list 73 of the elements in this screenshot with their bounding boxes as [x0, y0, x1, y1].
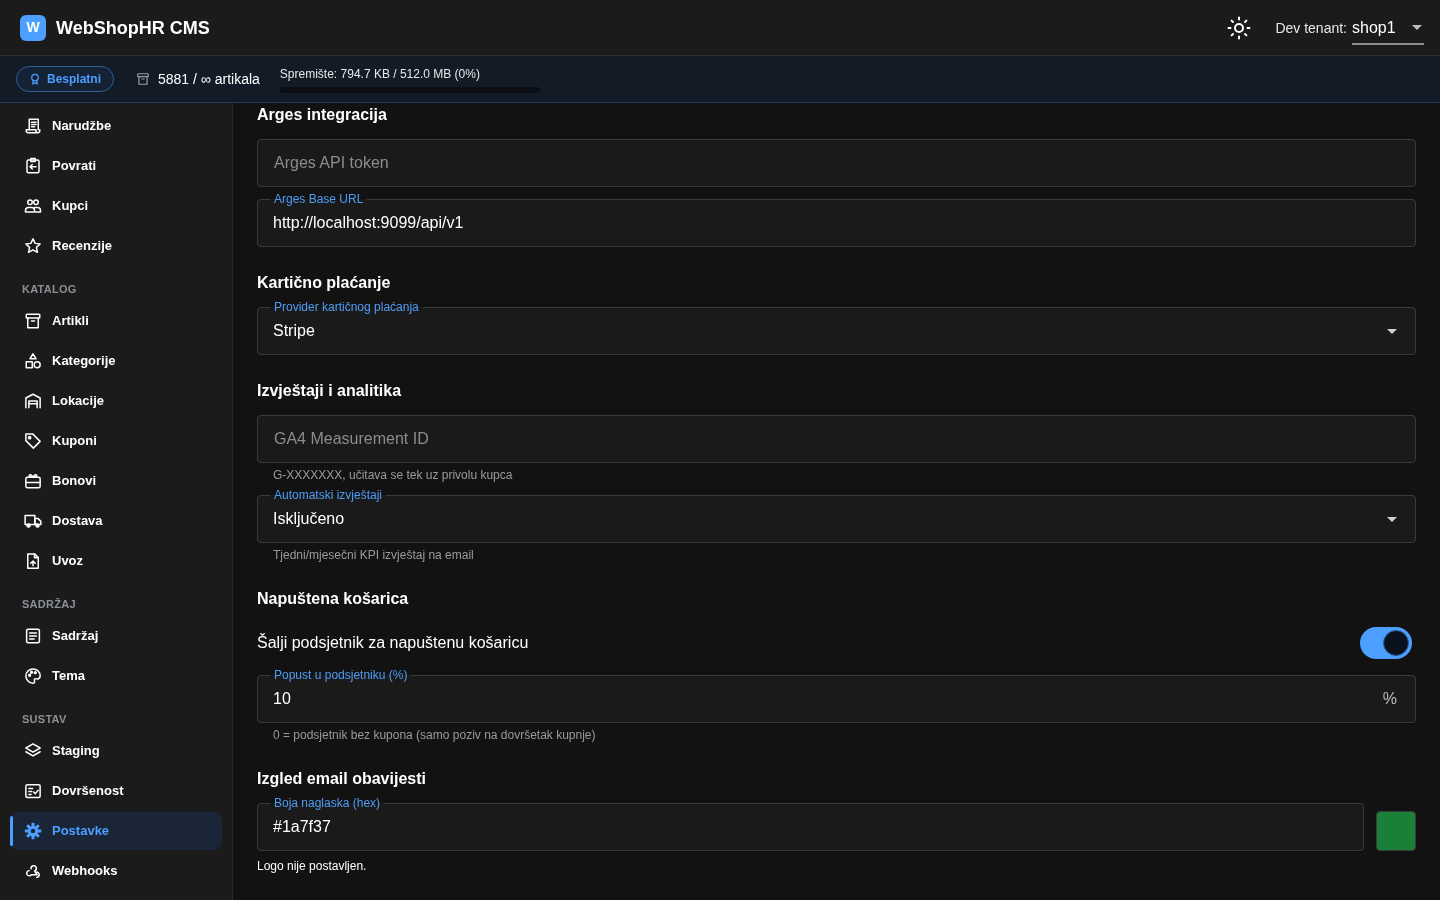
shapes-icon — [24, 352, 42, 370]
gift-card-icon — [24, 472, 42, 490]
tenant-select[interactable]: shop1 — [1352, 15, 1424, 45]
sidebar-item[interactable]: Uvoz — [10, 542, 222, 580]
field-label: Popust u podsjetniku (%) — [273, 667, 409, 683]
caret-icon — [1412, 25, 1422, 30]
archive-box-icon — [136, 72, 150, 86]
people-icon — [24, 197, 42, 215]
helper-text: Tjedni/mjesečni KPI izvještaj na email — [273, 547, 475, 563]
helper-text: G-XXXXXXX, učitava se tek uz privolu kupca — [273, 467, 514, 483]
text-field[interactable]: GA4 Measurement ID — [257, 415, 1416, 463]
sidebar-item[interactable]: Staging — [10, 732, 222, 770]
app-logo: W — [20, 14, 46, 41]
section-heading: Napuštena košarica — [257, 589, 410, 609]
section-heading: Izvještaji i analitika — [257, 381, 403, 401]
field-label: Provider kartičnog plaćanja — [273, 299, 420, 315]
sidebar-item[interactable]: Postavke — [10, 812, 222, 850]
field-label: Boja naglaska (hex) — [273, 795, 382, 811]
plan-name: Besplatni — [47, 71, 101, 87]
sidebar-item[interactable]: Kupci — [10, 187, 222, 225]
app-title: WebShopHR CMS — [56, 16, 210, 40]
palette-icon — [24, 667, 42, 685]
caret-icon — [1387, 516, 1397, 522]
settings-icon — [24, 822, 42, 840]
star-icon — [24, 237, 42, 255]
caret-icon — [1387, 328, 1397, 334]
helper-text: 0 = podsjetnik bez kupona (samo poziv na dovršetak kupnje) — [273, 727, 597, 743]
award-icon — [29, 73, 41, 85]
text-field[interactable]: Boja naglaska (hex) #1a7f37 — [257, 795, 1364, 851]
article-count: 5881 / ∞ artikala — [158, 70, 260, 89]
select-field[interactable]: Provider kartičnog plaćanja Stripe — [257, 299, 1416, 355]
warehouse-icon — [24, 392, 42, 410]
storage-usage: Spremište: 794.7 KB / 512.0 MB (0%) — [279, 65, 481, 82]
sidebar-item[interactable]: Kuponi — [10, 422, 222, 460]
receipt-icon — [24, 117, 42, 135]
sidebar-item[interactable]: Webhooks — [10, 852, 222, 890]
checklist-icon — [24, 782, 42, 800]
note-text: Logo nije postavljen. — [257, 858, 368, 874]
field-label: Automatski izvještaji — [273, 487, 384, 503]
unit-suffix: % — [1382, 689, 1397, 709]
archive-box-icon — [24, 312, 42, 330]
sidebar-item[interactable]: Kategorije — [10, 342, 222, 380]
truck-icon — [24, 512, 42, 530]
sidebar-item[interactable]: Povrati — [10, 147, 222, 185]
text-field[interactable]: Arges Base URL http://localhost:9099/api/v1 — [257, 191, 1416, 247]
sidebar-item[interactable]: Bonovi — [10, 462, 222, 500]
field-label: Arges Base URL — [273, 191, 365, 207]
file-upload-icon — [24, 552, 42, 570]
sidebar-section-title: SADRŽAJ — [21, 597, 77, 612]
select-field[interactable]: Automatski izvještaji Isključeno — [257, 487, 1416, 543]
sidebar-item[interactable]: Narudžbe — [10, 107, 222, 145]
sidebar-item[interactable]: Dovršenost — [10, 772, 222, 810]
sidebar-item[interactable]: Sadržaj — [10, 617, 222, 655]
section-heading: Arges integracija — [257, 105, 388, 125]
sidebar-item[interactable]: Lokacije — [10, 382, 222, 420]
sidebar-section-title: KATALOG — [21, 282, 78, 297]
sidebar-item[interactable]: Recenzije — [10, 227, 222, 265]
text-field[interactable]: Arges API token — [257, 139, 1416, 187]
sidebar-item[interactable]: Tema — [10, 657, 222, 695]
document-icon — [24, 627, 42, 645]
sidebar-section-title: SUSTAV — [21, 712, 68, 727]
color-swatch[interactable] — [1376, 811, 1416, 851]
section-heading: Kartično plaćanje — [257, 273, 392, 293]
sidebar-item[interactable]: Artikli — [10, 302, 222, 340]
sidebar-item[interactable]: Dostava — [10, 502, 222, 540]
tag-icon — [24, 432, 42, 450]
toggle-switch[interactable] — [1360, 627, 1412, 659]
webhook-icon — [24, 862, 42, 880]
section-heading: Izgled email obavijesti — [257, 769, 427, 789]
tenant-label: Dev tenant: — [1275, 18, 1347, 38]
switch-label: Šalji podsjetnik za napuštenu košaricu — [257, 632, 529, 653]
sun-icon[interactable] — [1227, 15, 1252, 40]
text-field[interactable]: Popust u podsjetniku (%) 10 % — [257, 667, 1416, 723]
